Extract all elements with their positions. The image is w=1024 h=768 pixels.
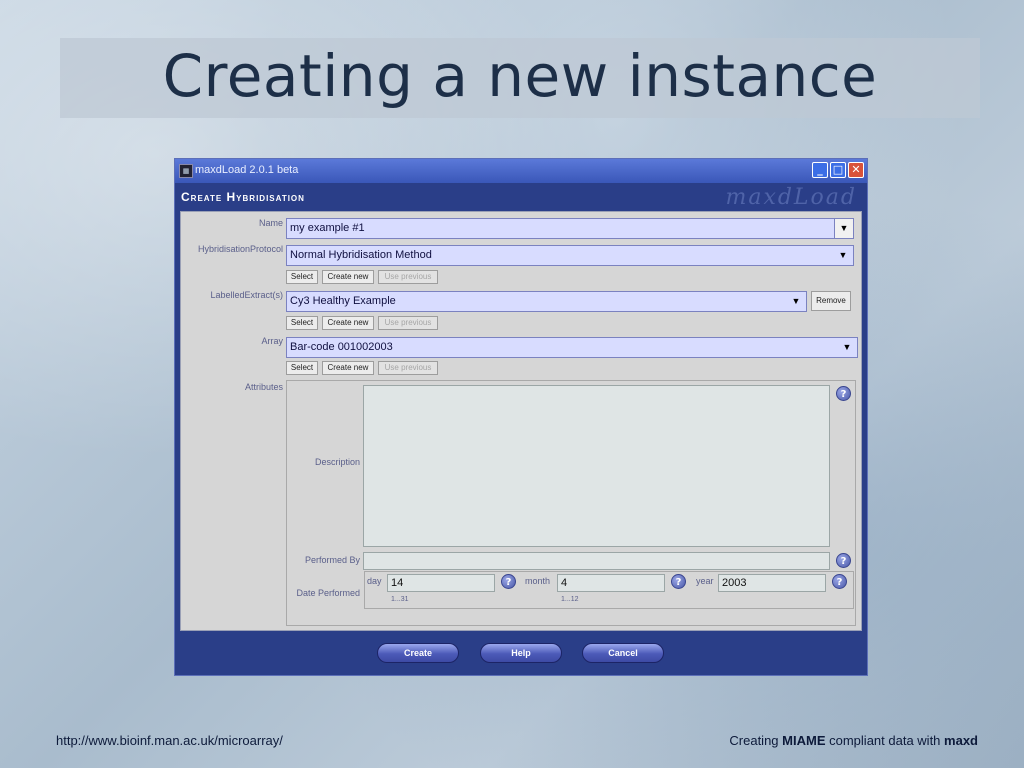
chevron-down-icon[interactable]: ▼: [840, 338, 854, 357]
array-combo[interactable]: Bar-code 001002003 ▼: [286, 337, 858, 358]
attributes-group: Description ? Performed By ? Date Perfor…: [286, 380, 856, 626]
day-field[interactable]: 14: [387, 574, 495, 592]
description-label: Description: [314, 457, 360, 467]
footer-prefix: Creating: [729, 733, 779, 748]
chevron-down-icon[interactable]: ▼: [834, 219, 853, 238]
maxdload-window: ▦ maxdLoad 2.0.1 beta _ □ ✕ Create Hybri…: [174, 158, 868, 676]
description-textarea[interactable]: [363, 385, 830, 547]
title-band: Creating a new instance: [60, 38, 980, 118]
help-icon[interactable]: ?: [836, 553, 851, 568]
array-label: Array: [261, 336, 283, 346]
array-create-new-button[interactable]: Create new: [322, 361, 374, 375]
form-title: Create Hybridisation: [181, 190, 305, 204]
year-field[interactable]: 2003: [718, 574, 826, 592]
minimize-button[interactable]: _: [812, 162, 828, 178]
cancel-button[interactable]: Cancel: [582, 643, 664, 663]
help-button[interactable]: Help: [480, 643, 562, 663]
maxdload-watermark: maxdLoad: [725, 185, 857, 210]
window-titlebar[interactable]: ▦ maxdLoad 2.0.1 beta _ □ ✕: [175, 159, 867, 183]
footer-miame: MIAME: [782, 733, 826, 748]
attributes-label: Attributes: [244, 382, 283, 392]
footer-url[interactable]: http://www.bioinf.man.ac.uk/microarray/: [56, 733, 283, 748]
day-hint: 1...31: [391, 596, 409, 603]
remove-extract-button[interactable]: Remove: [811, 291, 851, 311]
extract-use-previous-button[interactable]: Use previous: [378, 316, 438, 330]
performed-by-field[interactable]: [363, 552, 830, 570]
footer-middle: compliant data with: [829, 733, 941, 748]
chevron-down-icon[interactable]: ▼: [789, 292, 803, 311]
help-icon[interactable]: ?: [501, 574, 516, 589]
day-label: day: [367, 576, 382, 586]
array-select-button[interactable]: Select: [286, 361, 318, 375]
month-label: month: [525, 576, 551, 586]
extract-select-button[interactable]: Select: [286, 316, 318, 330]
help-icon[interactable]: ?: [836, 386, 851, 401]
protocol-label: HybridisationProtocol: [197, 244, 283, 254]
array-value: Bar-code 001002003: [290, 341, 393, 353]
name-label: Name: [258, 218, 283, 228]
date-group: day 14 ? 1...31 month 4 ? 1...12 year 20…: [364, 571, 854, 609]
month-field[interactable]: 4: [557, 574, 665, 592]
extract-combo[interactable]: Cy3 Healthy Example ▼: [286, 291, 807, 312]
protocol-create-new-button[interactable]: Create new: [322, 270, 374, 284]
extract-create-new-button[interactable]: Create new: [322, 316, 374, 330]
form-header: Create Hybridisation maxdLoad: [175, 183, 867, 211]
date-performed-label: Date Performed: [296, 588, 360, 598]
name-value: my example #1: [290, 222, 365, 234]
name-combo[interactable]: my example #1 ▼: [286, 218, 854, 239]
chevron-down-icon[interactable]: ▼: [836, 246, 850, 265]
close-button[interactable]: ✕: [848, 162, 864, 178]
maximize-button[interactable]: □: [830, 162, 846, 178]
protocol-select-button[interactable]: Select: [286, 270, 318, 284]
window-title: maxdLoad 2.0.1 beta: [195, 164, 299, 176]
extract-label: LabelledExtract(s): [210, 290, 283, 300]
protocol-value: Normal Hybridisation Method: [290, 249, 432, 261]
protocol-combo[interactable]: Normal Hybridisation Method ▼: [286, 245, 854, 266]
create-button[interactable]: Create: [377, 643, 459, 663]
month-hint: 1...12: [561, 596, 579, 603]
protocol-use-previous-button[interactable]: Use previous: [378, 270, 438, 284]
array-use-previous-button[interactable]: Use previous: [378, 361, 438, 375]
extract-value: Cy3 Healthy Example: [290, 295, 396, 307]
app-icon: ▦: [179, 164, 193, 178]
footer-caption: Creating MIAME compliant data with maxd: [729, 733, 978, 748]
footer-maxd: maxd: [944, 733, 978, 748]
performed-by-label: Performed By: [304, 555, 360, 565]
help-icon[interactable]: ?: [671, 574, 686, 589]
slide-title: Creating a new instance: [162, 42, 878, 110]
year-label: year: [696, 576, 714, 586]
help-icon[interactable]: ?: [832, 574, 847, 589]
form-panel: Name my example #1 ▼ HybridisationProtoc…: [180, 211, 862, 631]
